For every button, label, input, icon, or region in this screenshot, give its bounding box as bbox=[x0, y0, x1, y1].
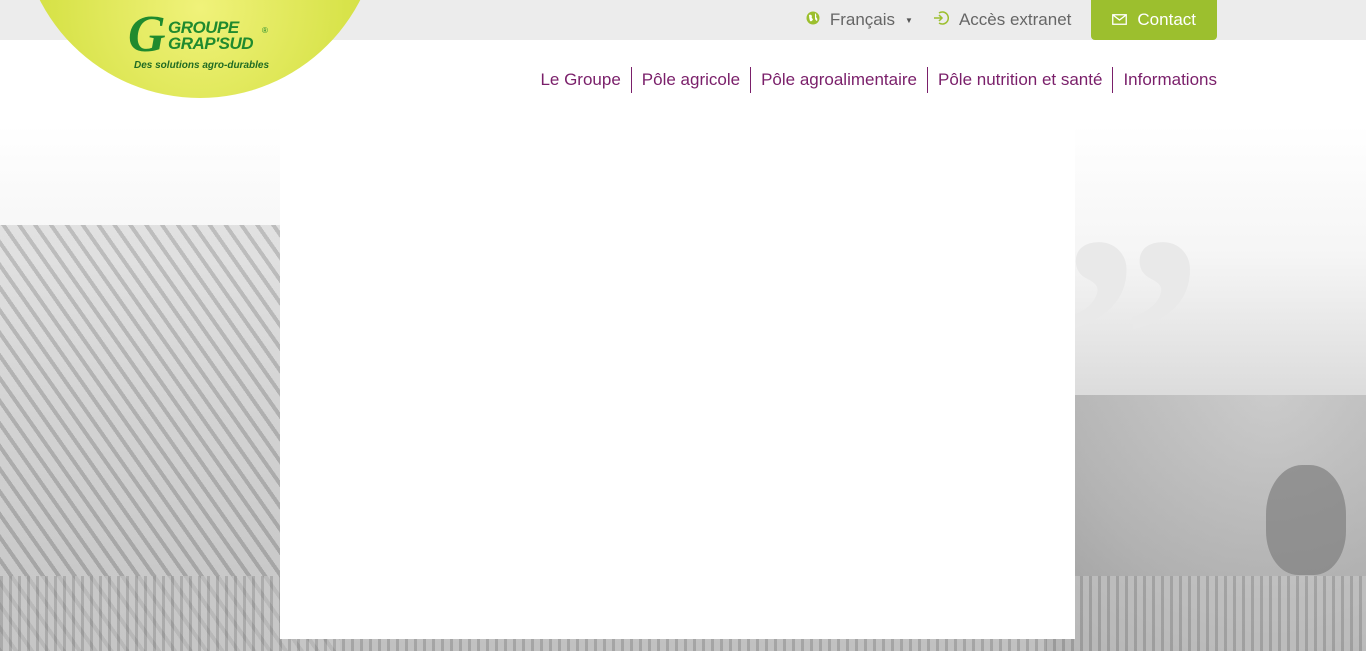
contact-button[interactable]: Contact bbox=[1091, 0, 1217, 40]
login-icon bbox=[933, 11, 949, 29]
chevron-down-icon: ▼ bbox=[905, 15, 913, 25]
nav-item-pole-agroalimentaire[interactable]: Pôle agroalimentaire bbox=[750, 67, 927, 93]
logo-tagline: Des solutions agro-durables bbox=[134, 60, 270, 71]
site-logo[interactable]: G GROUPE GRAP'SUD ® Des solutions agro-d… bbox=[128, 6, 278, 76]
nav-item-le-groupe[interactable]: Le Groupe bbox=[530, 67, 630, 93]
globe-icon bbox=[806, 11, 820, 29]
nav-item-pole-nutrition-sante[interactable]: Pôle nutrition et santé bbox=[927, 67, 1112, 93]
envelope-icon bbox=[1112, 12, 1128, 28]
quote-icon: ” bbox=[1058, 177, 1203, 498]
logo-registered: ® bbox=[262, 26, 268, 35]
utility-links: Français ▼ Accès extranet Contact bbox=[806, 0, 1217, 40]
language-label: Français bbox=[829, 10, 896, 29]
content-panel bbox=[280, 125, 1075, 639]
logo-line-2: GRAP'SUD bbox=[168, 34, 254, 53]
extranet-link[interactable]: Accès extranet bbox=[933, 10, 1071, 30]
tree-image bbox=[1266, 465, 1346, 575]
logo-letter: G bbox=[128, 6, 166, 63]
contact-label: Contact bbox=[1137, 10, 1196, 29]
nav-item-informations[interactable]: Informations bbox=[1112, 67, 1217, 93]
main-navigation: Le Groupe Pôle agricole Pôle agroaliment… bbox=[530, 67, 1217, 93]
nav-item-pole-agricole[interactable]: Pôle agricole bbox=[630, 67, 750, 93]
language-selector[interactable]: Français ▼ bbox=[806, 10, 913, 30]
extranet-label: Accès extranet bbox=[958, 10, 1072, 29]
